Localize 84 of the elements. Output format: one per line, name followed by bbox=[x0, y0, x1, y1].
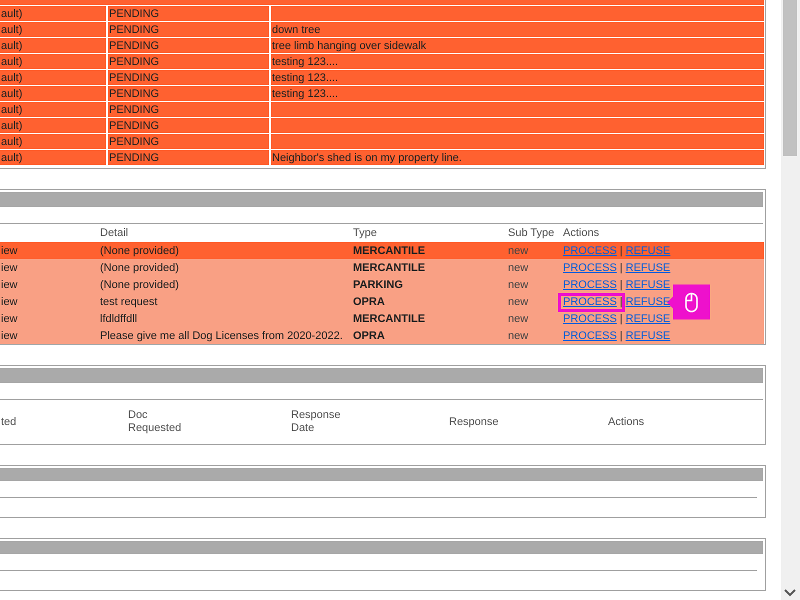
table-cell: (None provided) bbox=[100, 244, 179, 256]
table-cell: ault) bbox=[1, 120, 22, 132]
action-link[interactable]: REFUSE bbox=[626, 296, 670, 308]
separator-text: | bbox=[620, 330, 623, 342]
table-cell: OPRA bbox=[353, 330, 385, 342]
table-cell: testing 123.... bbox=[272, 56, 338, 68]
action-link[interactable]: REFUSE bbox=[626, 244, 670, 256]
separator-text: | bbox=[620, 262, 623, 274]
table-cell: PENDING bbox=[109, 56, 160, 68]
table-row[interactable]: iew lfdldffdll MERCANTILE new PROCESS | REFUSE bbox=[0, 310, 764, 327]
table-cell: iew bbox=[1, 330, 18, 342]
scroll-down-icon[interactable] bbox=[784, 589, 796, 597]
mouse-icon bbox=[685, 292, 698, 312]
column-header: Type bbox=[353, 227, 377, 239]
table-row[interactable]: iew (None provided) MERCANTILE new PROCESS | REFUSE bbox=[0, 259, 764, 276]
action-link[interactable]: REFUSE bbox=[626, 312, 670, 324]
column-header: ted bbox=[1, 416, 16, 428]
table-cell: new bbox=[508, 330, 528, 342]
separator-text: | bbox=[620, 296, 623, 308]
table-cell: ault) bbox=[1, 136, 22, 148]
table-cell: MERCANTILE bbox=[353, 262, 426, 274]
table-cell: new bbox=[508, 262, 528, 274]
action-link[interactable]: REFUSE bbox=[626, 330, 670, 342]
action-link[interactable]: PROCESS bbox=[563, 278, 617, 290]
table-cell: PENDING bbox=[109, 88, 160, 100]
table-cell: (None provided) bbox=[100, 262, 179, 274]
table-cell: iew bbox=[1, 296, 18, 308]
table-cell: ault) bbox=[1, 40, 22, 52]
table-cell: tree limb hanging over sidewalk bbox=[272, 40, 426, 52]
table-cell: PARKING bbox=[353, 278, 403, 290]
table-row[interactable]: iew (None provided) MERCANTILE new PROCESS | REFUSE bbox=[0, 242, 764, 259]
table-cell: ault) bbox=[1, 152, 22, 164]
table-cell: ault) bbox=[1, 72, 22, 84]
table-row[interactable]: iew Please give me all Dog Licenses from 2020-2022. OPRA new PROCESS | REFUSE bbox=[0, 327, 764, 344]
table-cell: PENDING bbox=[109, 24, 160, 36]
table-cell: (None provided) bbox=[100, 278, 179, 290]
column-header: Response bbox=[449, 416, 499, 428]
table-cell: lfdldffdll bbox=[100, 312, 138, 324]
column-header: Detail bbox=[100, 227, 128, 239]
table-cell: PENDING bbox=[109, 120, 160, 132]
table-cell: testing 123.... bbox=[272, 88, 338, 100]
separator-text: | bbox=[620, 244, 623, 256]
table-cell: MERCANTILE bbox=[353, 244, 426, 256]
table-cell: iew bbox=[1, 278, 18, 290]
column-header: Actions bbox=[608, 416, 644, 428]
action-link[interactable]: PROCESS bbox=[563, 244, 617, 256]
table-cell: ault) bbox=[1, 8, 22, 20]
table-cell: PENDING bbox=[109, 104, 160, 116]
column-header: Actions bbox=[563, 227, 600, 239]
table-cell: testing 123.... bbox=[272, 72, 338, 84]
table-cell: PENDING bbox=[109, 8, 160, 20]
column-header: Sub Type bbox=[508, 227, 554, 239]
scrollbar-thumb[interactable] bbox=[783, 0, 797, 156]
table-row[interactable]: iew (None provided) PARKING new PROCESS | REFUSE bbox=[0, 276, 764, 293]
table-cell: down tree bbox=[272, 24, 320, 36]
column-header: Doc Requested bbox=[128, 409, 182, 434]
table-cell: PENDING bbox=[109, 40, 160, 52]
separator-text: | bbox=[620, 312, 623, 324]
table-cell: PENDING bbox=[109, 136, 160, 148]
table-cell: new bbox=[508, 312, 528, 324]
table-cell: iew bbox=[1, 244, 18, 256]
action-link[interactable]: REFUSE bbox=[626, 278, 670, 290]
table-cell: MERCANTILE bbox=[353, 312, 426, 324]
table-cell: Neighbor's shed is on my property line. bbox=[272, 152, 462, 164]
table-cell: PENDING bbox=[109, 152, 160, 164]
action-link[interactable]: PROCESS bbox=[563, 330, 617, 342]
table-cell: PENDING bbox=[109, 72, 160, 84]
table-cell: ault) bbox=[1, 56, 22, 68]
table-cell: iew bbox=[1, 262, 18, 274]
table-cell: test request bbox=[100, 296, 158, 308]
action-link[interactable]: PROCESS bbox=[563, 262, 617, 274]
table-cell: ault) bbox=[1, 88, 22, 100]
action-link[interactable]: REFUSE bbox=[626, 262, 670, 274]
table-cell: new bbox=[508, 244, 528, 256]
table-cell: iew bbox=[1, 312, 18, 324]
table-cell: OPRA bbox=[353, 296, 385, 308]
action-link[interactable]: PROCESS bbox=[563, 312, 617, 324]
column-header: Response Date bbox=[291, 409, 341, 434]
table-cell: ault) bbox=[1, 24, 22, 36]
table-cell: new bbox=[508, 278, 528, 290]
separator-text: | bbox=[620, 278, 623, 290]
table-cell: ault) bbox=[1, 104, 22, 116]
table-cell: Please give me all Dog Licenses from 2020-2022. bbox=[100, 330, 343, 342]
table-cell: new bbox=[508, 296, 528, 308]
